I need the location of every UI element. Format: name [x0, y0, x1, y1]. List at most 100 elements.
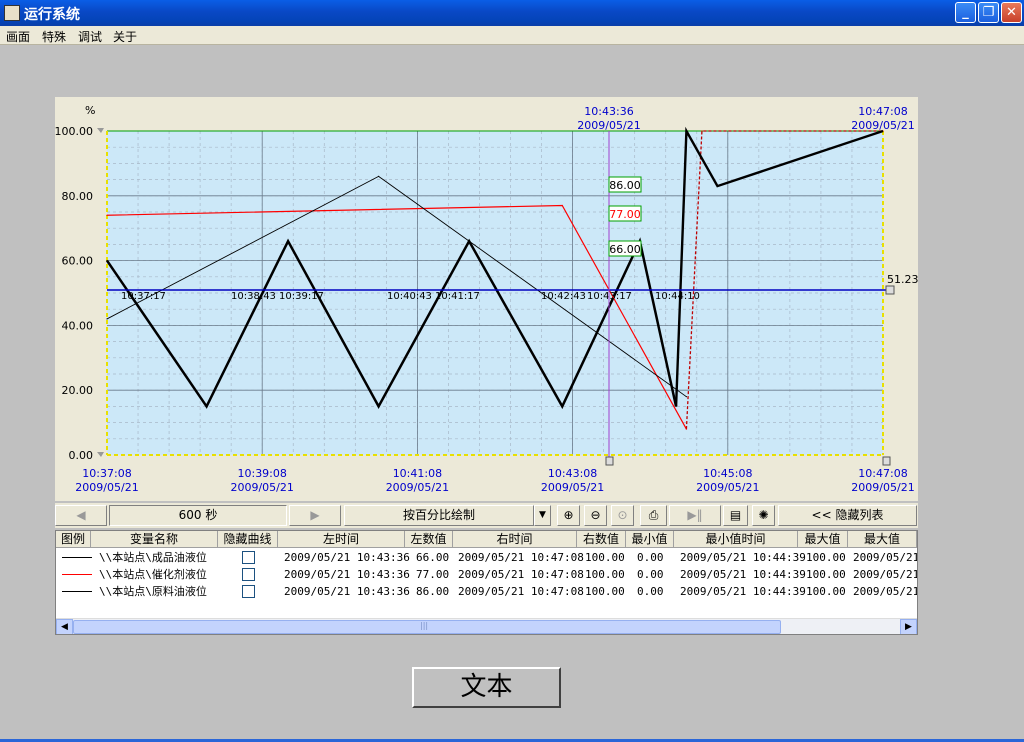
x-tick-time: 10:41:08 [393, 467, 442, 480]
legend-swatch [62, 574, 92, 575]
table-row[interactable]: \\本站点\成品油液位 2009/05/21 10:43:36 66.00 20… [56, 549, 917, 566]
row-min: 0.00 [637, 568, 664, 581]
horizontal-scrollbar[interactable]: ◀ ||| ▶ [56, 618, 917, 634]
scroll-left-button[interactable]: ◀ [56, 619, 73, 634]
x-tick-time: 10:43:08 [548, 467, 597, 480]
y-unit-label: % [85, 104, 95, 117]
row-max-time: 2009/05/21 [853, 585, 918, 598]
print-button[interactable]: ⎙ [640, 505, 667, 526]
row-min-time: 2009/05/21 10:44:39 [680, 568, 806, 581]
col-left-value[interactable]: 左数值 [405, 531, 453, 548]
restore-icon: ❐ [982, 5, 995, 20]
table-row[interactable]: \\本站点\催化剂液位 2009/05/21 10:43:36 77.00 20… [56, 566, 917, 583]
row-name: \\本站点\原料油液位 [99, 585, 207, 598]
row-left-time: 2009/05/21 10:43:36 [284, 568, 410, 581]
series-point [685, 396, 688, 398]
minimize-button[interactable]: _ [955, 2, 976, 23]
hline-time-label: 10:39:17 [279, 291, 324, 302]
col-name[interactable]: 变量名称 [91, 531, 218, 548]
settings-button[interactable]: ✺ [752, 505, 775, 526]
zoom-in-button[interactable]: ⊕ [557, 505, 580, 526]
zoom-in-icon: ⊕ [563, 508, 574, 522]
col-min[interactable]: 最小值 [626, 531, 674, 548]
row-min-time: 2009/05/21 10:44:39 [680, 551, 806, 564]
row-right-value: 100.00 [585, 551, 625, 564]
zoom-out-button[interactable]: ⊖ [584, 505, 607, 526]
play-pause-button[interactable]: ▶‖ [669, 505, 721, 526]
prev-button[interactable]: ◀ [55, 505, 107, 526]
app-icon [4, 5, 20, 21]
y-axis-ticks: 100.00 80.00 60.00 40.00 20.00 0.00 [55, 125, 94, 462]
top-left-handle[interactable] [97, 128, 104, 133]
hline-time-label: 10:37:17 [121, 291, 166, 302]
row-max: 100.00 [806, 551, 846, 564]
series-point [287, 240, 289, 242]
period-field[interactable]: 600 秒 [109, 505, 287, 526]
row-right-value: 100.00 [585, 585, 625, 598]
col-max[interactable]: 最大值 [798, 531, 848, 548]
row-name: \\本站点\催化剂液位 [99, 568, 207, 581]
draw-mode-dropdown[interactable]: ▼ [534, 505, 551, 526]
col-left-time[interactable]: 左时间 [278, 531, 405, 548]
next-button[interactable]: ▶ [289, 505, 341, 526]
y-tick-label: 80.00 [62, 190, 94, 203]
col-hide[interactable]: 隐藏曲线 [218, 531, 278, 548]
scroll-right-button[interactable]: ▶ [900, 619, 917, 634]
hide-curve-checkbox[interactable] [242, 551, 255, 564]
menu-item-screen[interactable]: 画面 [6, 28, 30, 45]
hide-list-button[interactable]: << 隐藏列表 [778, 505, 917, 526]
right-time-label: 10:47:08 [858, 105, 907, 118]
series-point [378, 175, 380, 177]
menu-item-debug[interactable]: 调试 [78, 28, 102, 45]
zoom-reset-button[interactable]: ⊙ [611, 505, 634, 526]
hline-handle[interactable] [885, 285, 895, 295]
y-tick-label: 100.00 [55, 125, 93, 138]
variable-list: 图例 变量名称 隐藏曲线 左时间 左数值 右时间 右数值 最小值 最小值时间 最… [55, 530, 918, 635]
y-tick-label: 20.00 [62, 384, 94, 397]
x-tick-date: 2009/05/21 [230, 481, 293, 494]
restore-button[interactable]: ❐ [978, 2, 999, 23]
col-max-time[interactable]: 最大值 [848, 531, 917, 548]
row-max-time: 2009/05/21 [853, 568, 918, 581]
right-date-label: 2009/05/21 [851, 119, 914, 132]
close-button[interactable]: ✕ [1001, 2, 1022, 23]
series-point [701, 130, 703, 132]
series-point [106, 318, 108, 320]
col-legend[interactable]: 图例 [56, 531, 91, 548]
list-icon: ▤ [729, 508, 742, 522]
menu-item-special[interactable]: 特殊 [42, 28, 66, 45]
list-header: 图例 变量名称 隐藏曲线 左时间 左数值 右时间 右数值 最小值 最小值时间 最… [56, 531, 917, 548]
list-button[interactable]: ▤ [723, 505, 748, 526]
cursor-handle[interactable] [605, 456, 614, 466]
bottom-left-handle[interactable] [97, 452, 104, 457]
chevron-right-icon: ▶ [905, 622, 912, 632]
gear-icon: ✺ [758, 508, 769, 522]
cursor-value-3: 66.00 [609, 243, 641, 256]
text-button[interactable]: 文本 [412, 667, 561, 708]
col-min-time[interactable]: 最小值时间 [674, 531, 798, 548]
hline-time-label: 10:38:43 [231, 291, 276, 302]
zoom-reset-icon: ⊙ [617, 508, 628, 522]
right-handle[interactable] [882, 456, 891, 466]
draw-mode-select[interactable]: 按百分比绘制 [344, 505, 534, 526]
legend-swatch [62, 557, 92, 558]
col-right-value[interactable]: 右数值 [577, 531, 626, 548]
x-tick-time: 10:39:08 [237, 467, 286, 480]
x-tick-time: 10:45:08 [703, 467, 752, 480]
hline-time-label: 10:44:10 [655, 291, 700, 302]
cursor-time-label: 10:43:36 [584, 105, 633, 118]
col-right-time[interactable]: 右时间 [453, 531, 577, 548]
y-tick-label: 0.00 [69, 449, 94, 462]
row-right-time: 2009/05/21 10:47:08 [458, 585, 584, 598]
trend-chart[interactable]: % 100.00 80.00 60.00 40.00 20.00 0.00 10:37:0… [55, 97, 919, 501]
scrollbar-thumb[interactable]: ||| [73, 620, 781, 634]
menu-item-about[interactable]: 关于 [113, 28, 137, 45]
hide-list-label: << 隐藏列表 [811, 508, 884, 522]
minimize-icon: _ [962, 5, 969, 20]
series-point [561, 204, 563, 207]
table-row[interactable]: \\本站点\原料油液位 2009/05/21 10:43:36 86.00 20… [56, 583, 917, 600]
hide-curve-checkbox[interactable] [242, 585, 255, 598]
hide-curve-checkbox[interactable] [242, 568, 255, 581]
series-point [106, 214, 108, 216]
x-tick-date: 2009/05/21 [696, 481, 759, 494]
